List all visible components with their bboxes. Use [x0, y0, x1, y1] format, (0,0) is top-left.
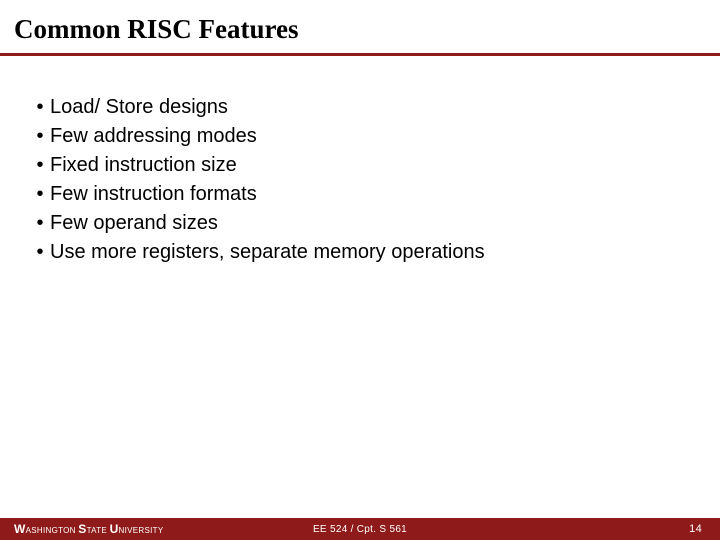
title-area: Common RISC Features: [0, 0, 720, 45]
bullet-list: • Load/ Store designs • Few addressing m…: [30, 94, 690, 266]
bullet-text: Fixed instruction size: [50, 152, 237, 179]
uni-text: NIVERSITY: [119, 526, 164, 535]
uni-text: ASHINGTON: [26, 526, 79, 535]
bullet-text: Few instruction formats: [50, 181, 257, 208]
list-item: • Load/ Store designs: [30, 94, 690, 121]
bullet-icon: •: [30, 181, 50, 208]
bullet-text: Load/ Store designs: [50, 94, 228, 121]
list-item: • Few operand sizes: [30, 210, 690, 237]
uni-letter-w: W: [14, 522, 26, 536]
slide-title: Common RISC Features: [14, 14, 720, 45]
uni-text: TATE: [87, 526, 110, 535]
bullet-icon: •: [30, 94, 50, 121]
page-number: 14: [689, 523, 720, 535]
list-item: • Fixed instruction size: [30, 152, 690, 179]
bullet-icon: •: [30, 123, 50, 150]
list-item: • Use more registers, separate memory op…: [30, 239, 690, 266]
uni-letter-s: S: [78, 522, 86, 536]
slide: Common RISC Features • Load/ Store desig…: [0, 0, 720, 540]
uni-letter-u: U: [110, 522, 119, 536]
bullet-text: Use more registers, separate memory oper…: [50, 239, 485, 266]
course-label: EE 524 / Cpt. S 561: [313, 524, 407, 535]
list-item: • Few addressing modes: [30, 123, 690, 150]
bullet-text: Few operand sizes: [50, 210, 218, 237]
bullet-icon: •: [30, 239, 50, 266]
bullet-text: Few addressing modes: [50, 123, 257, 150]
bullet-icon: •: [30, 152, 50, 179]
footer-bar: WASHINGTON STATE UNIVERSITY EE 524 / Cpt…: [0, 518, 720, 540]
university-label: WASHINGTON STATE UNIVERSITY: [0, 522, 163, 536]
slide-body: • Load/ Store designs • Few addressing m…: [0, 56, 720, 266]
list-item: • Few instruction formats: [30, 181, 690, 208]
bullet-icon: •: [30, 210, 50, 237]
